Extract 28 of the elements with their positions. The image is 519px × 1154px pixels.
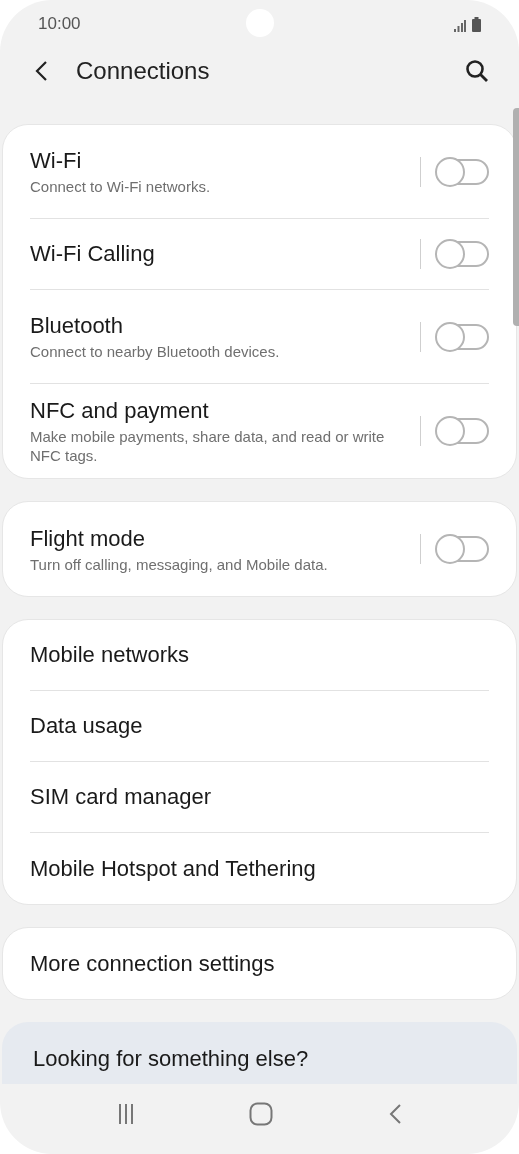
suggestion-title: Looking for something else?	[33, 1046, 309, 1072]
setting-title[interactable]: Wi-Fi	[30, 147, 408, 176]
setting-title[interactable]: Mobile networks	[30, 641, 477, 670]
toggle-switch[interactable]	[437, 241, 489, 268]
setting-description: Turn off calling, messaging, and Mobile data.	[30, 554, 329, 574]
toggle-switch[interactable]	[437, 158, 489, 185]
setting-title[interactable]: Bluetooth	[30, 312, 408, 341]
search-icon[interactable]	[465, 59, 489, 84]
setting-title[interactable]: SIM card manager	[30, 783, 477, 812]
setting-title[interactable]: Wi-Fi Calling	[30, 240, 408, 269]
back-icon[interactable]	[387, 1103, 402, 1126]
setting-title[interactable]: Data usage	[30, 712, 477, 741]
setting-title[interactable]: Flight mode	[30, 524, 408, 553]
setting-title[interactable]: NFC and payment	[30, 397, 408, 426]
battery-icon	[472, 16, 481, 32]
setting-description: Make mobile payments, share data, and read or write NFC tags.	[30, 427, 386, 466]
setting-description: Connect to Wi-Fi networks.	[30, 177, 212, 197]
setting-description: Connect to nearby Bluetooth devices.	[30, 342, 281, 362]
page-title: Connections	[76, 56, 211, 87]
setting-title[interactable]: Mobile Hotspot and Tethering	[30, 854, 477, 883]
toggle-switch[interactable]	[437, 536, 489, 563]
recent-apps-icon[interactable]	[117, 1103, 134, 1126]
status-time: 10:00	[38, 13, 81, 36]
home-icon[interactable]	[248, 1102, 273, 1127]
signal-icon	[454, 19, 466, 32]
toggle-switch[interactable]	[437, 323, 489, 350]
setting-title[interactable]: More connection settings	[30, 949, 477, 978]
toggle-switch[interactable]	[437, 418, 489, 445]
